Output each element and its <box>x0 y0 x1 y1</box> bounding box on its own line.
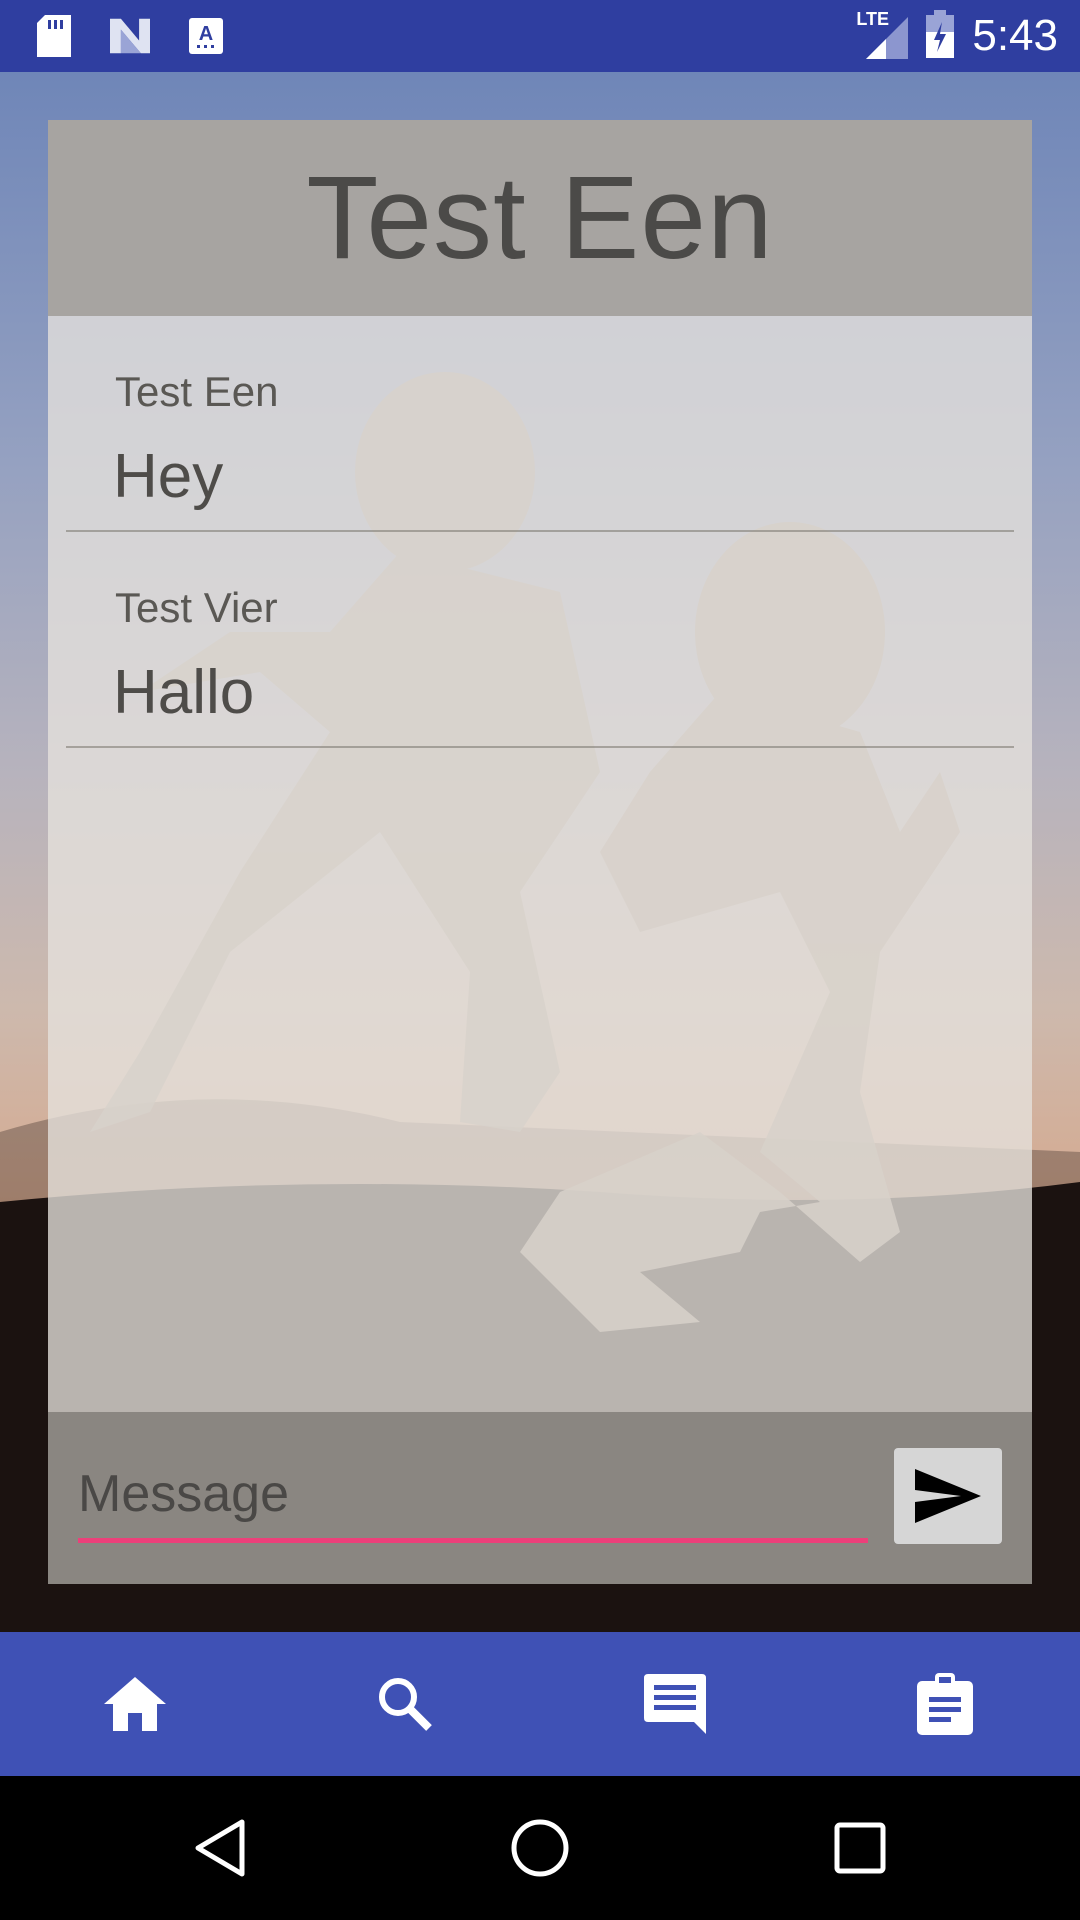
chat-header: Test Een <box>48 120 1032 316</box>
nav-chat[interactable] <box>540 1632 810 1776</box>
status-bar: A LTE 5:43 <box>0 0 1080 72</box>
system-home-button[interactable] <box>480 1788 600 1908</box>
send-icon <box>915 1469 981 1523</box>
search-icon <box>379 1678 432 1731</box>
bottom-navigation <box>0 1632 1080 1776</box>
message-text: Hey <box>113 442 224 511</box>
input-underline <box>78 1538 868 1543</box>
status-clock: 5:43 <box>972 11 1058 60</box>
system-recents-button[interactable] <box>800 1788 920 1908</box>
message-sender: Test Vier <box>115 584 278 631</box>
back-icon <box>195 1819 245 1877</box>
battery-charging-icon <box>926 9 955 63</box>
keyboard-a-icon: A <box>186 14 226 58</box>
nav-search[interactable] <box>270 1632 540 1776</box>
chat-title: Test Een <box>306 152 774 284</box>
svg-text:A: A <box>199 23 213 45</box>
home-icon <box>104 1677 166 1731</box>
send-button[interactable] <box>894 1448 1002 1544</box>
message-input[interactable] <box>78 1462 868 1526</box>
recents-icon <box>834 1822 886 1874</box>
signal-icon: LTE <box>856 9 909 59</box>
system-navigation-bar <box>0 1776 1080 1920</box>
assignment-icon <box>917 1673 973 1735</box>
n-logo-icon <box>110 14 150 58</box>
message-text: Hallo <box>113 658 255 727</box>
list-item[interactable]: Test Een Hey <box>66 316 1014 532</box>
list-item[interactable]: Test Vier Hallo <box>66 532 1014 748</box>
nav-home[interactable] <box>0 1632 270 1776</box>
home-circle-icon <box>511 1819 569 1877</box>
chat-card: Test Een Test Een Hey Test Vier Hallo <box>48 120 1032 1584</box>
nav-assignment[interactable] <box>810 1632 1080 1776</box>
message-composer <box>48 1412 1032 1584</box>
chat-icon <box>644 1674 706 1734</box>
sd-card-icon <box>34 14 74 58</box>
message-sender: Test Een <box>115 368 279 415</box>
system-back-button[interactable] <box>160 1788 280 1908</box>
